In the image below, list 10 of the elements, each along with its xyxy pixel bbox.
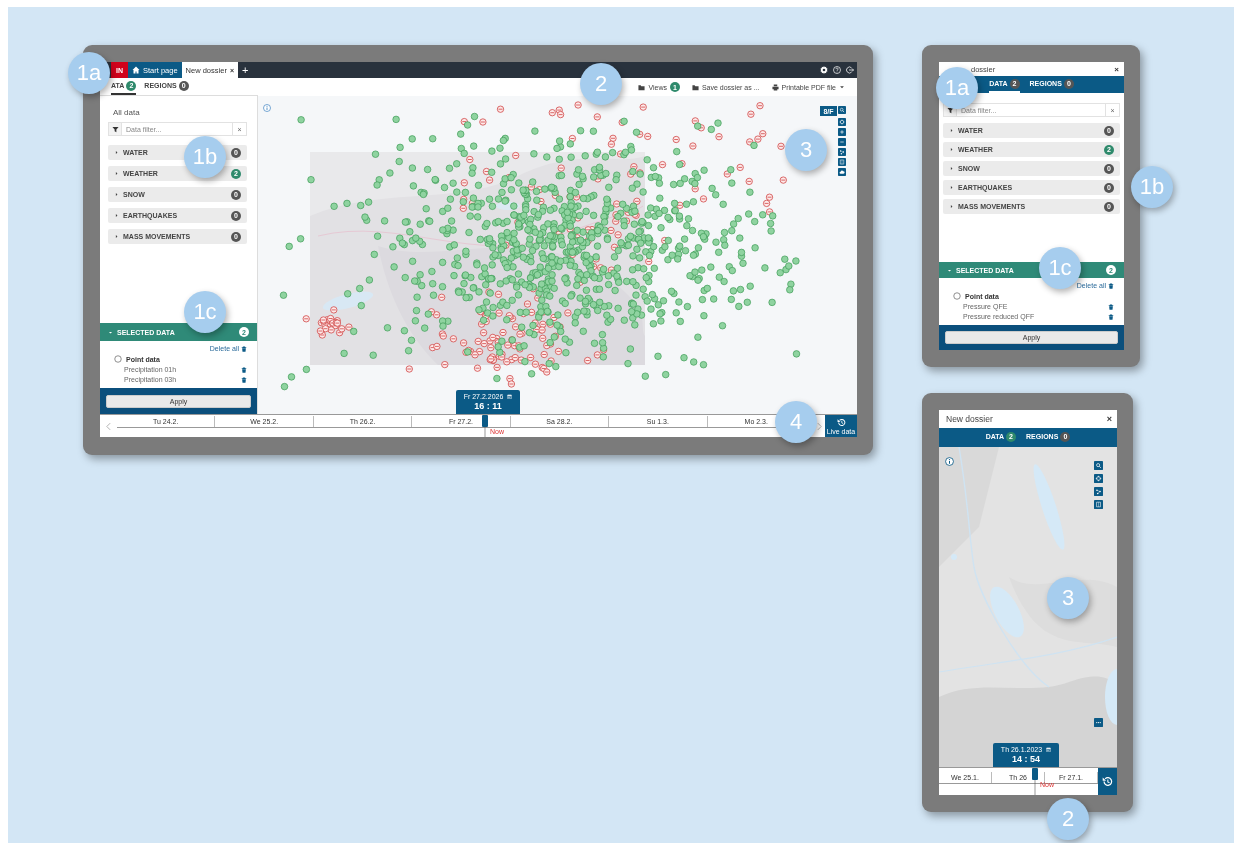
- window-title: New dossier: [946, 414, 993, 424]
- close-button[interactable]: ×: [1114, 64, 1119, 74]
- time-label: 16 : 11: [474, 401, 502, 412]
- add-tab-button[interactable]: +: [237, 62, 253, 78]
- callout-tooltip: 1a: [68, 52, 110, 94]
- section-heading: All data: [112, 108, 141, 118]
- callout-tooltip: 2: [1047, 798, 1089, 840]
- close-button[interactable]: ×: [1106, 414, 1112, 424]
- time-label: 14 : 54: [1012, 754, 1040, 765]
- callout-tooltip: 1b: [1131, 166, 1173, 208]
